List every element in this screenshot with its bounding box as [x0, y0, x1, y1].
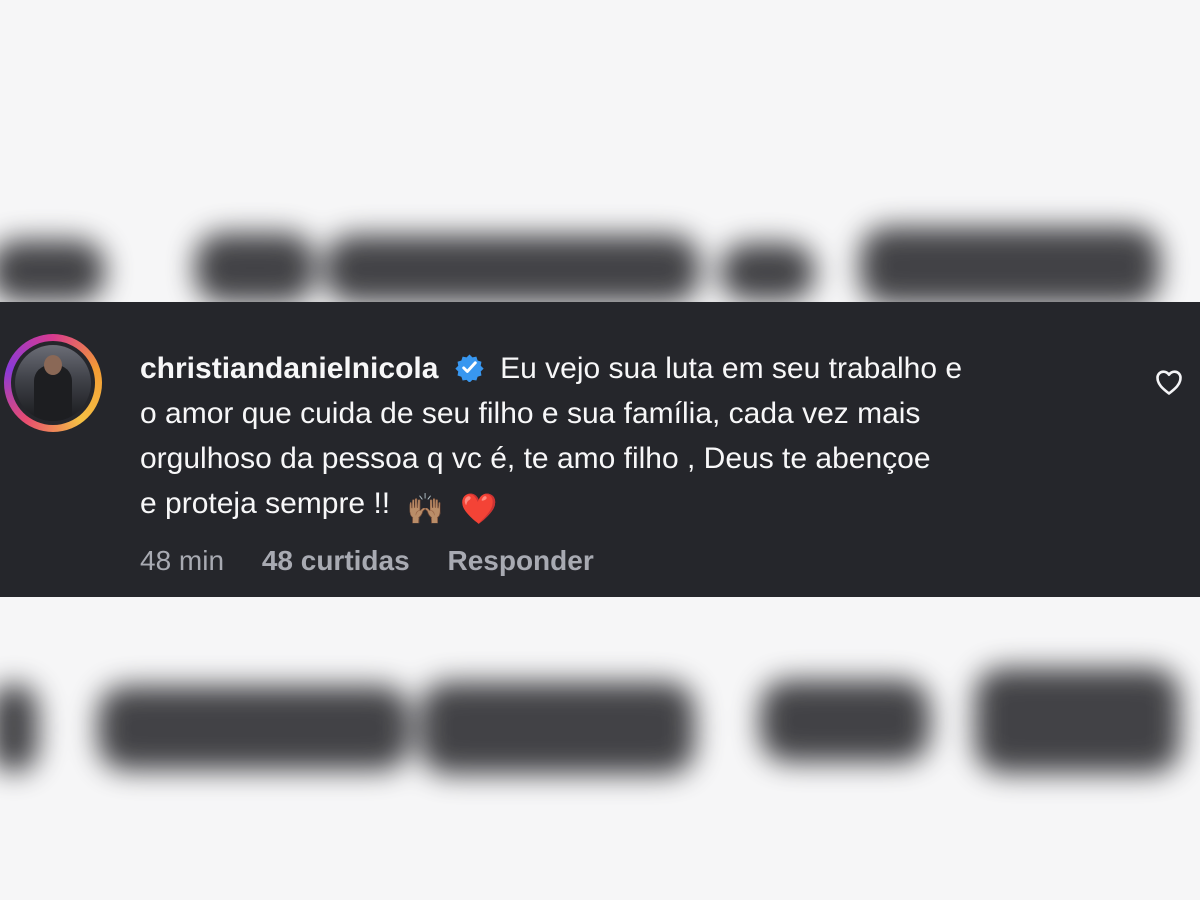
comment-line-2: o amor que cuida de seu filho e sua famí…: [140, 397, 921, 430]
comment-line-4: e proteja sempre !! 🙌🏽 ❤️: [140, 481, 1120, 532]
reply-button[interactable]: Responder: [447, 545, 593, 576]
blurred-background-text-top: [0, 205, 1200, 305]
likes-count-link[interactable]: 48 curtidas: [262, 545, 410, 576]
avatar[interactable]: [15, 345, 91, 421]
avatar-border: [11, 341, 95, 425]
raised-hands-emoji: 🙌🏽: [406, 493, 444, 526]
comment-line-1: christiandanielnicola Eu vejo sua luta e…: [140, 346, 1120, 391]
comment-body: christiandanielnicola Eu vejo sua luta e…: [140, 346, 1120, 532]
comment-line-3: orgulhoso da pessoa q vc é, te amo filho…: [140, 442, 931, 475]
avatar-head-shape: [44, 355, 62, 375]
heart-outline-icon[interactable]: [1153, 366, 1185, 398]
verified-badge-icon: [455, 354, 484, 382]
screenshot-canvas: christiandanielnicola Eu vejo sua luta e…: [0, 0, 1200, 900]
comment-meta-row: 48 min 48 curtidas Responder: [140, 545, 624, 581]
comment-text-line-4: e proteja sempre !!: [140, 487, 391, 520]
red-heart-emoji: ❤️: [460, 493, 498, 526]
comment-timestamp: 48 min: [140, 545, 225, 576]
comment-username[interactable]: christiandanielnicola: [140, 352, 438, 385]
comment-text-line-1: Eu vejo sua luta em seu trabalho e: [500, 352, 963, 385]
blurred-background-text-bottom: [0, 650, 1200, 790]
avatar-story-ring[interactable]: [4, 334, 102, 432]
